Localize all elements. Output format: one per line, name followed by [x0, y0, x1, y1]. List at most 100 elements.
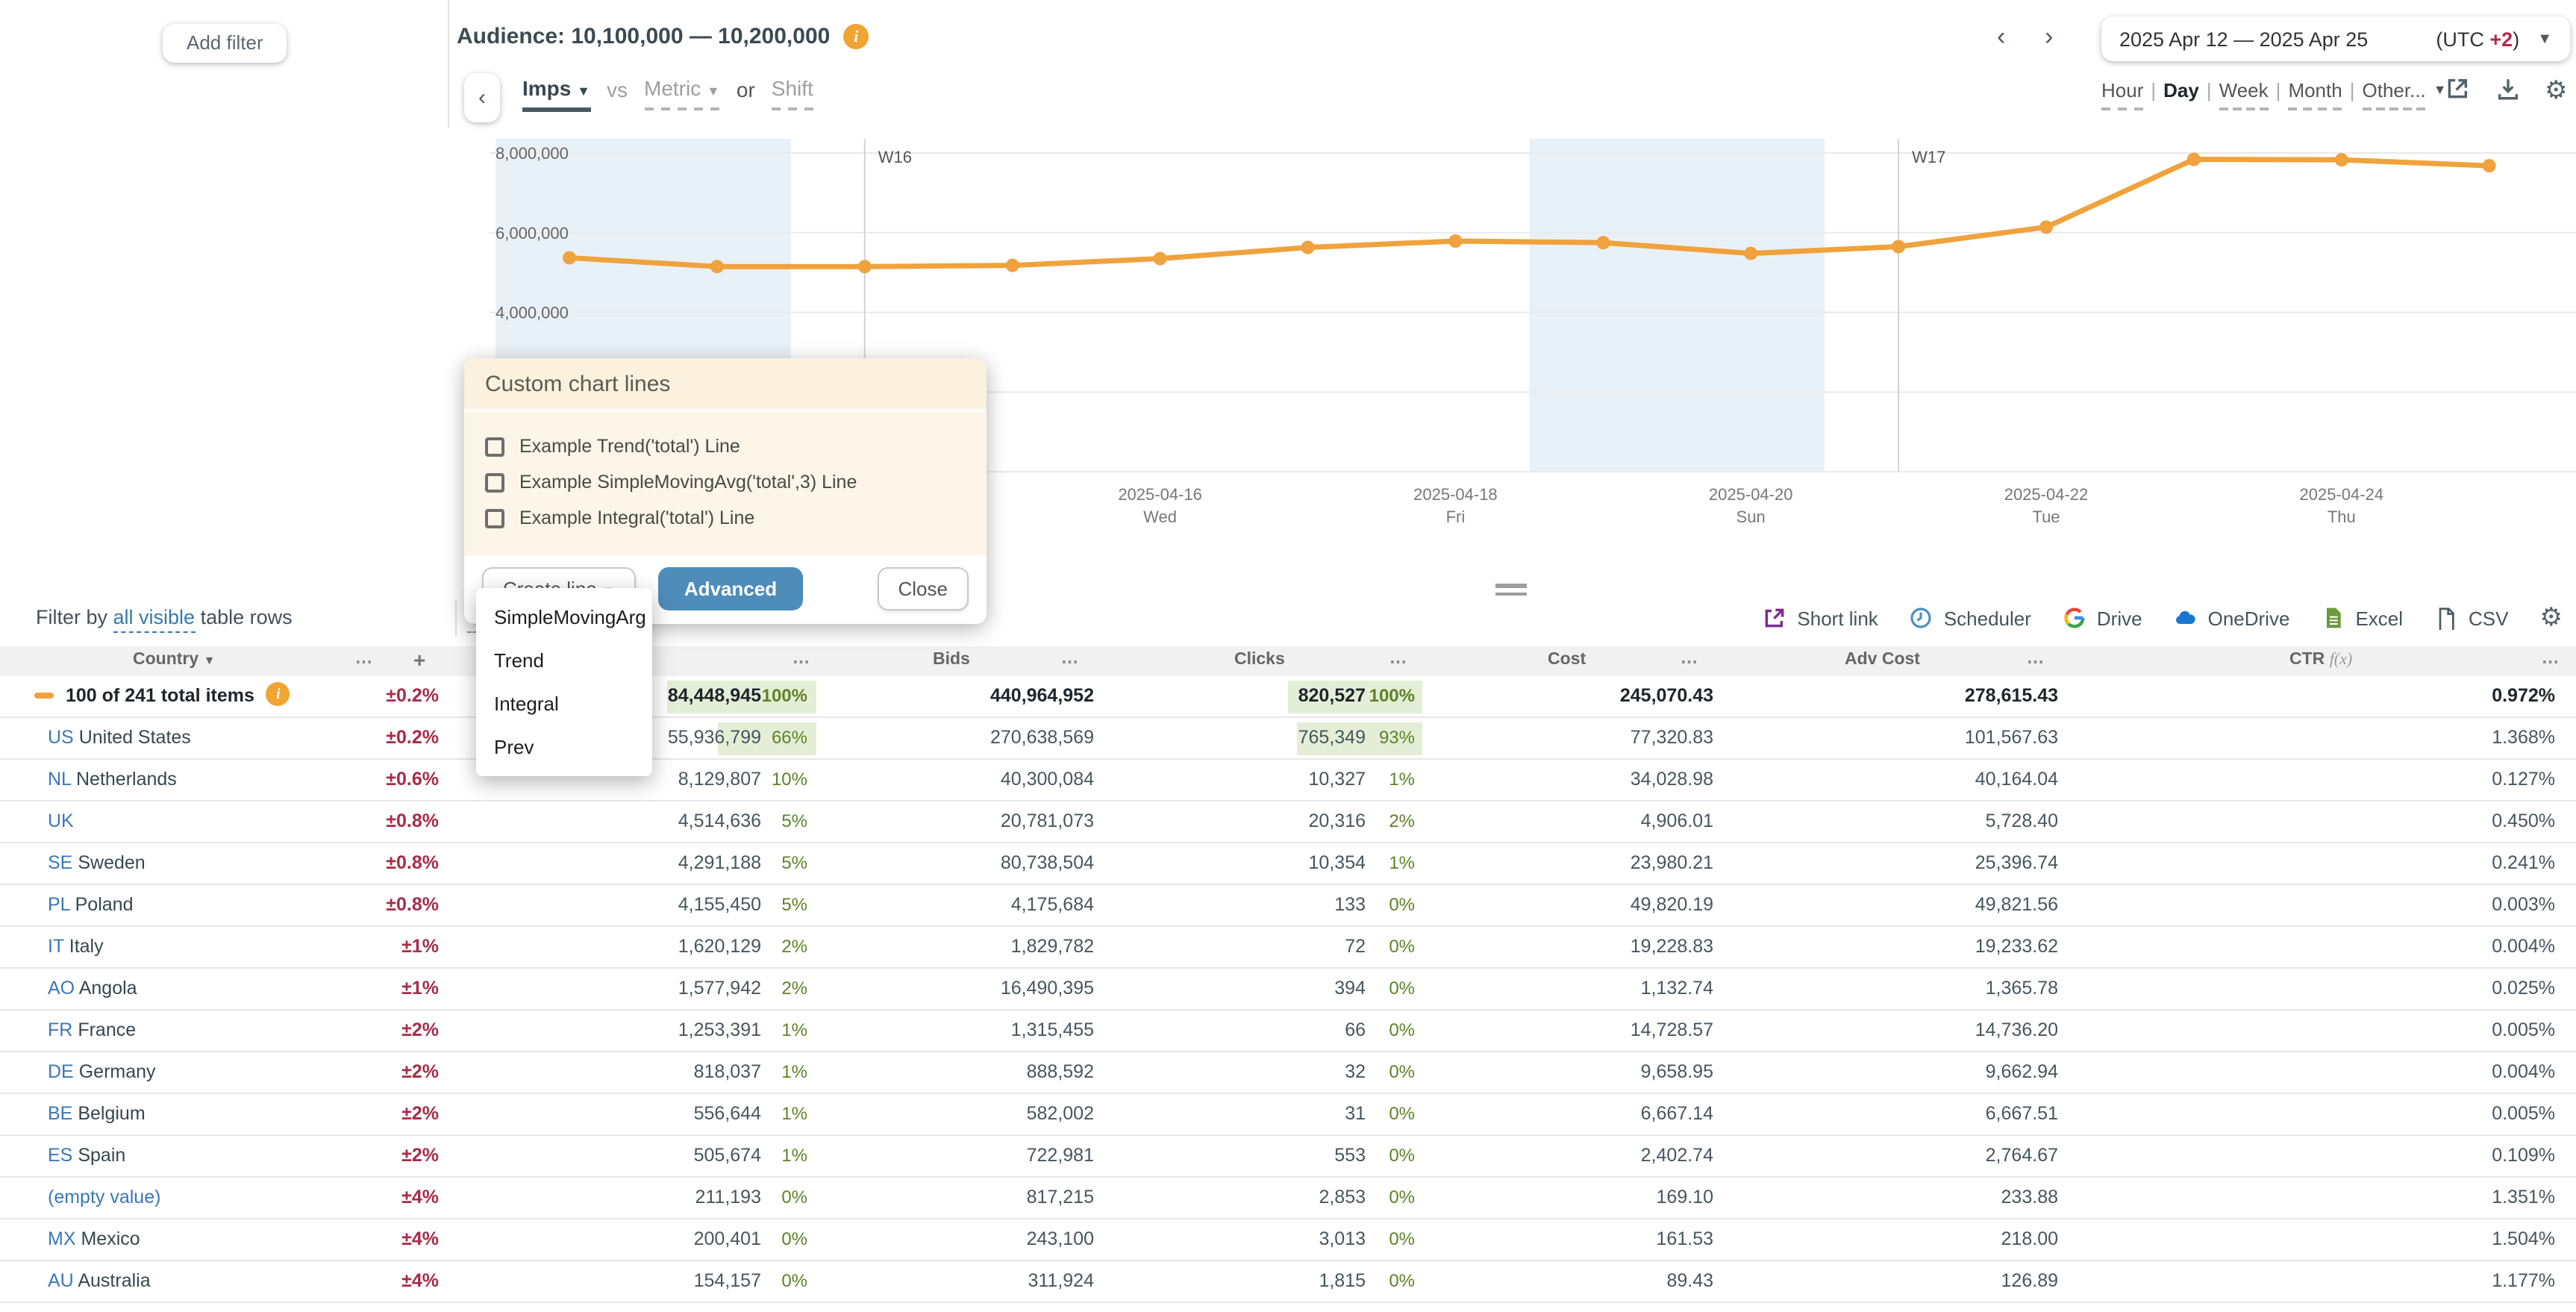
- granularity-tab-week[interactable]: Week: [2219, 79, 2269, 110]
- chart-line-checkbox-row[interactable]: Example Trend('total') Line: [485, 436, 966, 457]
- data-point-marker[interactable]: [1892, 240, 1905, 253]
- popup-title: Custom chart lines: [464, 358, 987, 409]
- imps-cell: 4,155,450: [678, 894, 761, 915]
- add-filter-button[interactable]: Add filter: [163, 24, 287, 63]
- country-cell[interactable]: (empty value): [48, 1187, 160, 1208]
- action-drive[interactable]: Drive: [2063, 606, 2142, 630]
- granularity-tab-other[interactable]: Other...: [2363, 79, 2426, 110]
- country-cell[interactable]: NL Netherlands: [48, 769, 177, 790]
- country-name: Sweden: [78, 852, 145, 873]
- close-button[interactable]: Close: [878, 567, 969, 610]
- data-point-marker[interactable]: [1301, 241, 1315, 254]
- clicks-cell: 10,327: [1309, 769, 1366, 790]
- data-point-marker[interactable]: [858, 260, 872, 273]
- download-icon[interactable]: [2495, 76, 2525, 106]
- country-name: Australia: [78, 1270, 150, 1291]
- checkbox-icon[interactable]: [485, 508, 504, 528]
- data-point-marker[interactable]: [1006, 259, 1019, 272]
- bids-cell: 4,175,684: [1011, 894, 1094, 915]
- add-column-button[interactable]: +: [413, 648, 425, 672]
- data-point-marker[interactable]: [563, 251, 576, 264]
- imps-cell: 1,577,942: [678, 978, 761, 999]
- week-label: W17: [1912, 148, 1945, 166]
- column-header-clicks[interactable]: Clicks: [1234, 651, 1285, 669]
- country-cell[interactable]: 100 of 241 total itemsi: [34, 685, 290, 706]
- country-cell[interactable]: MX Mexico: [48, 1228, 140, 1249]
- checkbox-icon[interactable]: [485, 472, 504, 492]
- column-menu-cost-icon[interactable]: ⋯: [1681, 651, 1699, 672]
- country-cell[interactable]: BE Belgium: [48, 1103, 146, 1124]
- clicks-cell: 765,349: [1298, 727, 1366, 748]
- chart-line-checkbox-row[interactable]: Example Integral('total') Line: [485, 507, 966, 528]
- shift-selector[interactable]: Shift: [772, 76, 813, 110]
- data-point-marker[interactable]: [2483, 159, 2496, 172]
- column-menu-clicks-icon[interactable]: ⋯: [1389, 651, 1408, 672]
- chart-line-checkbox-row[interactable]: Example SimpleMovingAvg('total',3) Line: [485, 472, 966, 493]
- granularity-tab-hour[interactable]: Hour: [2101, 79, 2143, 110]
- country-cell[interactable]: IT Italy: [48, 936, 104, 957]
- info-icon[interactable]: i: [843, 24, 869, 49]
- action-label: Drive: [2097, 607, 2142, 629]
- ctr-cell: 0.003%: [2492, 894, 2555, 915]
- checkbox-icon[interactable]: [485, 437, 504, 456]
- action-csv[interactable]: CSV: [2434, 606, 2508, 630]
- action-scheduler[interactable]: Scheduler: [1910, 606, 2031, 630]
- scheduler-clock-icon: [1910, 606, 1933, 630]
- adv-cost-cell: 233.88: [2001, 1187, 2058, 1208]
- ctr-cell: 0.972%: [2492, 685, 2555, 706]
- country-cell[interactable]: DE Germany: [48, 1061, 156, 1082]
- column-menu-imps-icon[interactable]: ⋯: [793, 651, 811, 672]
- granularity-tab-day[interactable]: Day: [2163, 79, 2199, 104]
- data-point-marker[interactable]: [1596, 236, 1610, 249]
- action-excel[interactable]: Excel: [2321, 606, 2403, 630]
- all-visible-link[interactable]: all visible: [113, 606, 196, 633]
- menu-item-integral[interactable]: Integral: [476, 682, 652, 725]
- chevron-down-icon: ▼: [707, 84, 720, 99]
- column-menu-adv-cost-icon[interactable]: ⋯: [2027, 651, 2045, 672]
- metric-compare-selector[interactable]: Metric ▼: [644, 76, 720, 110]
- country-cell[interactable]: FR France: [48, 1019, 136, 1040]
- column-header-adv-cost[interactable]: Adv Cost: [1845, 651, 1920, 669]
- column-menu-ctr-icon[interactable]: ⋯: [2542, 651, 2560, 672]
- country-cell[interactable]: ES Spain: [48, 1145, 125, 1166]
- chart-settings-gear-icon[interactable]: ⚙: [2545, 76, 2575, 106]
- chart-back-button[interactable]: ‹: [464, 73, 500, 122]
- action-short-link[interactable]: Short link: [1763, 606, 1878, 630]
- date-next-button[interactable]: ›: [2045, 22, 2053, 52]
- column-header-country[interactable]: Country ▼: [133, 651, 215, 669]
- column-header-ctr[interactable]: CTR f(x): [2289, 651, 2352, 669]
- action-onedrive[interactable]: OneDrive: [2174, 606, 2290, 630]
- country-cell[interactable]: SE Sweden: [48, 852, 146, 873]
- table-settings-gear-icon[interactable]: ⚙: [2540, 603, 2563, 633]
- menu-item-prev[interactable]: Prev: [476, 725, 652, 769]
- country-cell[interactable]: AU Australia: [48, 1270, 151, 1291]
- date-prev-button[interactable]: ‹: [1997, 22, 2005, 52]
- data-point-marker[interactable]: [1154, 252, 1167, 266]
- delta-cell: ±0.2%: [386, 727, 439, 748]
- column-menu-bids-icon[interactable]: ⋯: [1061, 651, 1080, 672]
- column-header-cost[interactable]: Cost: [1548, 651, 1586, 669]
- data-point-marker[interactable]: [2187, 153, 2201, 166]
- metric-selector-imps[interactable]: Imps ▼: [522, 76, 590, 112]
- country-cell[interactable]: PL Poland: [48, 894, 134, 915]
- data-point-marker[interactable]: [710, 260, 724, 273]
- country-code: IT: [48, 936, 64, 957]
- data-point-marker[interactable]: [1448, 234, 1462, 248]
- menu-item-simplemovingarg[interactable]: SimpleMovingArg: [476, 596, 652, 639]
- country-cell[interactable]: AO Angola: [48, 978, 137, 999]
- date-range-picker[interactable]: 2025 Apr 12 — 2025 Apr 25 (UTC +2) ▼: [2101, 16, 2570, 61]
- menu-item-trend[interactable]: Trend: [476, 639, 652, 682]
- granularity-tab-month[interactable]: Month: [2288, 79, 2342, 110]
- country-cell[interactable]: UK: [48, 810, 74, 831]
- data-point-marker[interactable]: [2335, 153, 2348, 166]
- cost-cell: 23,980.21: [1631, 852, 1713, 873]
- info-icon[interactable]: i: [266, 682, 290, 706]
- column-header-bids[interactable]: Bids: [933, 651, 970, 669]
- delta-cell: ±4%: [401, 1228, 439, 1249]
- country-cell[interactable]: US United States: [48, 727, 191, 748]
- advanced-button[interactable]: Advanced: [659, 567, 802, 610]
- open-external-icon[interactable]: [2445, 76, 2475, 106]
- column-menu-country-icon[interactable]: ⋯: [355, 651, 374, 672]
- data-point-marker[interactable]: [2039, 220, 2053, 234]
- data-point-marker[interactable]: [1744, 247, 1757, 260]
